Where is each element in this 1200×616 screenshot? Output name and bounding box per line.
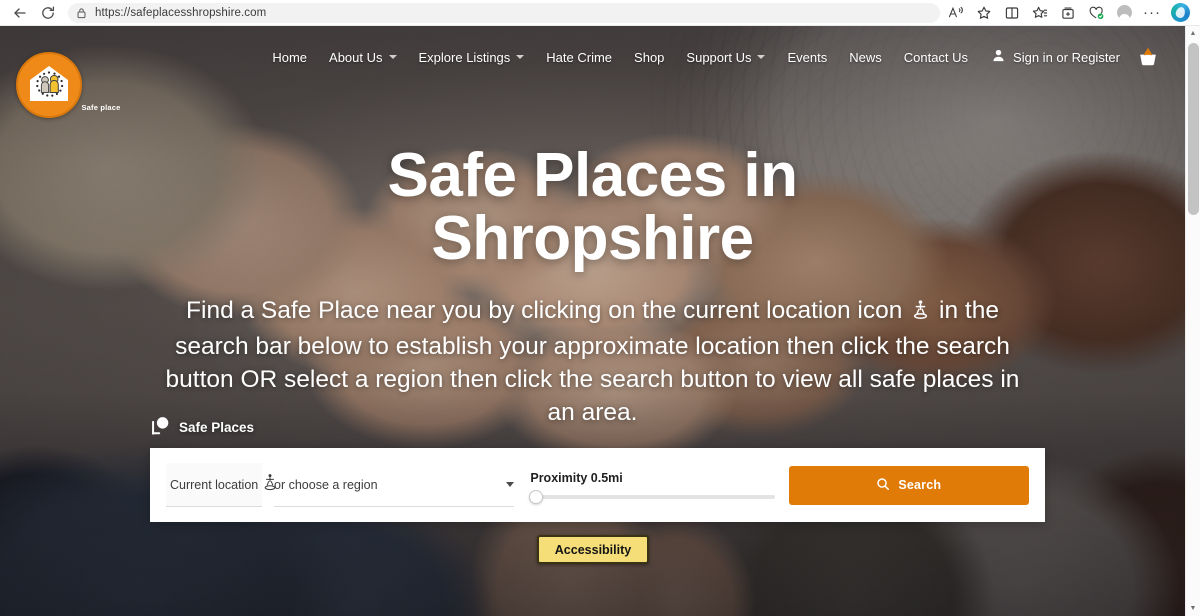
search-button[interactable]: Search <box>788 465 1029 505</box>
favorites-icon[interactable] <box>1026 2 1054 24</box>
map-pin-icon <box>150 416 171 439</box>
nav-label: News <box>849 49 882 65</box>
copilot-icon[interactable] <box>1166 2 1194 24</box>
url-text: https://safeplacesshropshire.com <box>95 6 267 19</box>
person-icon <box>991 48 1006 66</box>
hero-subtitle: Find a Safe Place near you by clicking o… <box>0 294 1185 429</box>
nav-label: Support Us <box>686 49 752 65</box>
nav-label: About Us <box>329 49 383 65</box>
nav-label: Hate Crime <box>546 49 613 65</box>
page-viewport: Safe place Home About Us Explore Listing… <box>0 26 1200 616</box>
search-card: Current location or choose a region Prox… <box>150 448 1045 522</box>
main-navigation: Home About Us Explore Listings Hate Crim… <box>0 26 1185 88</box>
chevron-down-icon <box>506 482 515 487</box>
nav-item-news[interactable]: News <box>838 44 893 71</box>
lock-icon <box>76 7 87 19</box>
hero-content: Safe Places in Shropshire Find a Safe Pl… <box>0 26 1185 616</box>
nav-label: Explore Listings <box>418 49 511 65</box>
search-icon <box>876 477 890 494</box>
nav-label: Contact Us <box>903 49 969 65</box>
accessibility-button-label: Accessibility <box>554 542 632 557</box>
current-location-label: Current location <box>170 477 259 492</box>
nav-item-explore-listings[interactable]: Explore Listings <box>408 44 536 71</box>
back-button[interactable] <box>6 2 34 24</box>
accessibility-button[interactable]: Accessibility <box>537 535 649 564</box>
page-scrollbar[interactable]: ▲ ▼ <box>1185 26 1200 616</box>
proximity-slider-thumb[interactable] <box>529 490 544 504</box>
scrollbar-track[interactable] <box>1186 41 1200 601</box>
profile-avatar-icon[interactable] <box>1110 2 1138 24</box>
scroll-down-arrow-icon[interactable]: ▼ <box>1186 601 1200 616</box>
chevron-down-icon <box>757 55 766 59</box>
proximity-slider-field[interactable]: Proximity 0.5mi <box>529 463 775 507</box>
shopping-basket-icon[interactable] <box>1137 47 1159 67</box>
nav-label: Shop <box>634 49 665 65</box>
nav-item-contact-us[interactable]: Contact Us <box>893 44 979 71</box>
safe-places-text: Safe Places <box>179 420 255 435</box>
hero-subtitle-part-1: Find a Safe Place near you by clicking o… <box>186 297 903 324</box>
refresh-button[interactable] <box>34 2 62 24</box>
collections-icon[interactable] <box>1054 2 1082 24</box>
hero-title-line-2: Shropshire <box>431 204 754 274</box>
hero-title-line-1: Safe Places in <box>387 141 798 210</box>
settings-more-icon[interactable]: ··· <box>1138 2 1166 24</box>
site-header: Safe place Home About Us Explore Listing… <box>0 26 1185 118</box>
scroll-up-arrow-icon[interactable]: ▲ <box>1186 26 1200 41</box>
proximity-slider-track[interactable] <box>529 490 775 504</box>
current-location-field[interactable]: Current location <box>166 463 276 507</box>
nav-item-hate-crime[interactable]: Hate Crime <box>535 44 623 71</box>
read-aloud-icon[interactable] <box>942 2 970 24</box>
browser-toolbar: https://safeplacesshropshire.com ··· <box>0 0 1200 26</box>
region-placeholder: or choose a region <box>274 477 378 492</box>
nav-label: Events <box>787 49 828 65</box>
browser-essentials-icon[interactable] <box>1082 2 1110 24</box>
search-button-label: Search <box>898 478 942 492</box>
nav-item-support-us[interactable]: Support Us <box>675 44 776 71</box>
logo-caption: Safe place <box>81 103 121 112</box>
favorite-star-icon[interactable] <box>970 2 998 24</box>
safe-places-label: Safe Places <box>150 416 254 439</box>
scrollbar-thumb[interactable] <box>1187 43 1199 215</box>
region-select[interactable]: or choose a region <box>274 463 515 507</box>
browser-toolbar-icons: ··· <box>942 2 1194 24</box>
nav-item-events[interactable]: Events <box>776 44 838 71</box>
nav-item-shop[interactable]: Shop <box>623 44 675 71</box>
chevron-down-icon <box>388 55 397 59</box>
nav-label: Home <box>272 49 308 65</box>
page-title: Safe Places in Shropshire <box>0 144 1185 270</box>
proximity-label: Proximity 0.5mi <box>530 471 623 485</box>
sign-in-register-link[interactable]: Sign in or Register <box>979 41 1167 73</box>
split-screen-icon[interactable] <box>998 2 1026 24</box>
nav-item-about-us[interactable]: About Us <box>318 44 407 71</box>
chevron-down-icon <box>516 55 525 59</box>
sign-in-label: Sign in or Register <box>1013 49 1120 65</box>
accessibility-location-icon <box>911 297 930 330</box>
nav-item-home[interactable]: Home <box>261 44 318 71</box>
address-bar[interactable]: https://safeplacesshropshire.com <box>68 2 940 23</box>
